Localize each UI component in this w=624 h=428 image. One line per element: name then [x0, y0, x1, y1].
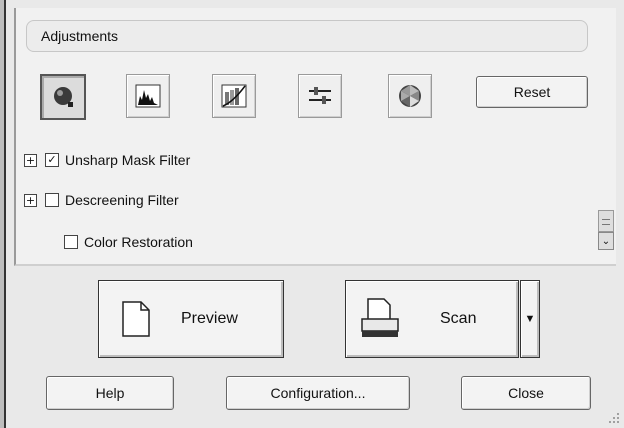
- close-button[interactable]: Close: [461, 376, 591, 410]
- scan-dropdown-button[interactable]: ▼: [520, 280, 540, 358]
- scan-button[interactable]: Scan: [345, 280, 519, 358]
- configuration-label: Configuration...: [270, 385, 366, 401]
- auto-exposure-icon: [54, 87, 73, 107]
- image-adjustment-button[interactable]: [298, 74, 342, 118]
- expand-plus-icon[interactable]: +: [24, 153, 37, 167]
- image-adjustment-icon: [309, 87, 331, 104]
- scrollbar-thumb[interactable]: [598, 210, 614, 232]
- option-descreening[interactable]: + Descreening Filter: [24, 192, 179, 208]
- color-restoration-checkbox[interactable]: [64, 235, 78, 249]
- adjustments-header: Adjustments: [26, 20, 588, 52]
- color-palette-icon: [399, 85, 421, 107]
- color-palette-button[interactable]: [388, 74, 432, 118]
- unsharp-mask-checkbox[interactable]: ✓: [45, 153, 59, 167]
- chevron-down-icon: ⌄: [601, 235, 611, 247]
- triangle-down-icon: ▼: [524, 313, 536, 325]
- descreening-label: Descreening Filter: [65, 192, 179, 208]
- help-label: Help: [95, 385, 125, 401]
- option-color-restoration[interactable]: Color Restoration: [64, 234, 193, 250]
- close-label: Close: [508, 385, 544, 401]
- help-button[interactable]: Help: [46, 376, 174, 410]
- scroll-down-button[interactable]: ⌄: [598, 232, 614, 250]
- adjustments-title: Adjustments: [41, 28, 119, 44]
- unsharp-mask-label: Unsharp Mask Filter: [65, 152, 191, 168]
- reset-button[interactable]: Reset: [476, 76, 588, 108]
- adjustments-panel: Adjustments Reset + ✓ Unsharp Mask Filte…: [14, 8, 616, 266]
- scan-label: Scan: [440, 310, 477, 327]
- histogram-icon: [135, 84, 161, 108]
- histogram-button[interactable]: [126, 74, 170, 118]
- configuration-button[interactable]: Configuration...: [226, 376, 410, 410]
- window-left-edge: [0, 0, 6, 428]
- preview-button[interactable]: Preview: [98, 280, 284, 358]
- color-restoration-label: Color Restoration: [84, 234, 193, 250]
- expand-plus-icon[interactable]: +: [24, 193, 37, 207]
- document-icon: [122, 301, 150, 337]
- tone-curve-button[interactable]: [212, 74, 256, 118]
- resize-grip-icon[interactable]: [608, 412, 620, 424]
- scanner-icon: [361, 298, 399, 337]
- auto-exposure-button[interactable]: [40, 74, 86, 120]
- descreening-checkbox[interactable]: [45, 193, 59, 207]
- reset-label: Reset: [513, 84, 551, 100]
- tone-curve-icon: [221, 84, 247, 108]
- option-unsharp-mask[interactable]: + ✓ Unsharp Mask Filter: [24, 152, 190, 168]
- preview-label: Preview: [181, 310, 238, 327]
